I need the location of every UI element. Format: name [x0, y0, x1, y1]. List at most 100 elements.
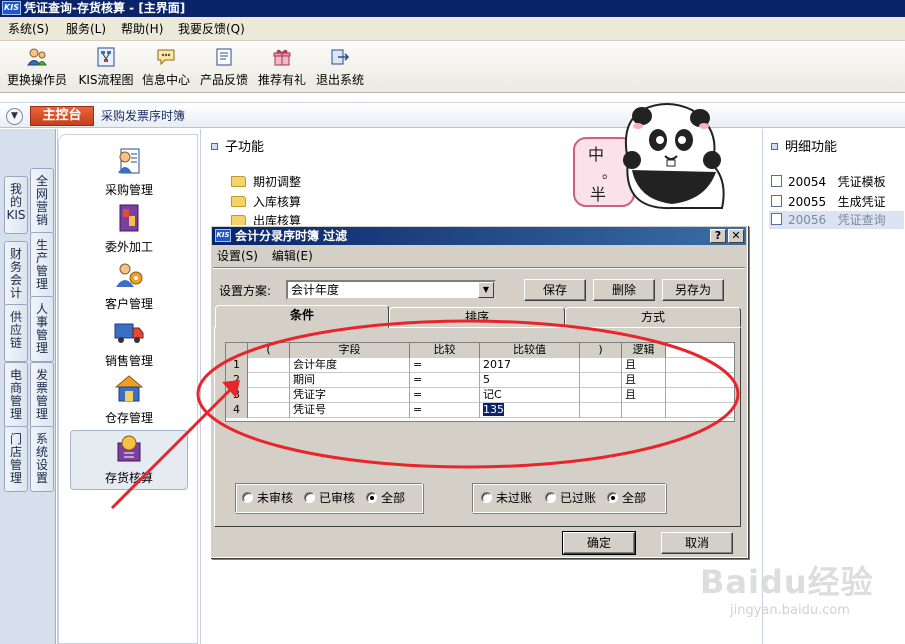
cell-logic[interactable]: 且: [622, 373, 666, 388]
cell-rparen[interactable]: [580, 358, 622, 373]
delete-button[interactable]: 删除: [593, 279, 655, 301]
selected-value-text[interactable]: 135: [483, 403, 504, 416]
tab-store[interactable]: 门店管理: [4, 426, 28, 492]
tab-ecommerce[interactable]: 电商管理: [4, 362, 28, 428]
kis-flowchart-button[interactable]: KIS流程图: [76, 45, 136, 89]
cell-logic[interactable]: 且: [622, 388, 666, 403]
tab-hr[interactable]: 人事管理: [30, 296, 54, 362]
module-customer[interactable]: 客户管理: [70, 259, 188, 317]
tab-supply-chain[interactable]: 供应链: [4, 304, 28, 362]
tab-marketing[interactable]: 全网营销: [30, 168, 54, 234]
cell-compare[interactable]: =: [410, 358, 480, 373]
cell-field[interactable]: 凭证字: [290, 388, 410, 403]
tab-finance[interactable]: 财务会计: [4, 241, 28, 307]
cell-value[interactable]: 2017: [480, 358, 580, 373]
inventory-costing-icon: [117, 435, 141, 462]
tab-my-kis[interactable]: 我的KIS: [4, 176, 28, 234]
switch-user-button[interactable]: 更换操作员: [4, 45, 70, 89]
dialog-menu-settings[interactable]: 设置(S): [217, 249, 258, 263]
kis-flowchart-label: KIS流程图: [78, 73, 134, 87]
left-category-tabs: 我的KIS 财务会计 供应链 电商管理 门店管理 全网营销 生产管理 人事管理 …: [0, 129, 56, 644]
row-number: 4: [226, 403, 248, 418]
info-center-button[interactable]: 信息中心: [140, 45, 192, 89]
cell-compare[interactable]: =: [410, 403, 480, 418]
module-outsource[interactable]: 委外加工: [70, 202, 188, 260]
cell-logic[interactable]: 且: [622, 358, 666, 373]
recommend-gift-button[interactable]: 推荐有礼: [255, 45, 309, 89]
truck-icon: [114, 323, 144, 343]
save-button[interactable]: 保存: [524, 279, 586, 301]
detail-item-generate-voucher[interactable]: 20055 生成凭证: [771, 193, 905, 211]
help-icon[interactable]: ?: [710, 229, 726, 243]
menu-service[interactable]: 服务(L): [66, 21, 106, 37]
cell-lparen[interactable]: [248, 373, 290, 388]
cell-rparen[interactable]: [580, 403, 622, 418]
cell-lparen[interactable]: [248, 388, 290, 403]
exit-system-button[interactable]: 退出系统: [314, 45, 366, 89]
table-row[interactable]: 3 凭证字 = 记C 且: [226, 388, 734, 403]
sub-item-initial-adjust[interactable]: 期初调整: [231, 173, 301, 191]
menu-feedback[interactable]: 我要反馈(Q): [178, 21, 245, 37]
radio-posted[interactable]: 已过账: [545, 491, 596, 505]
radio-unaudited[interactable]: 未审核: [242, 491, 293, 505]
tab-production[interactable]: 生产管理: [30, 232, 54, 298]
dialog-menu-edit[interactable]: 编辑(E): [272, 249, 313, 263]
folder-icon: [231, 176, 246, 187]
ok-button[interactable]: 确定: [562, 531, 636, 555]
cell-lparen[interactable]: [248, 358, 290, 373]
table-row[interactable]: 2 期间 = 5 且: [226, 373, 734, 388]
radio-audit-all[interactable]: 全部: [366, 491, 405, 505]
cell-value[interactable]: 135: [480, 403, 580, 418]
product-feedback-button[interactable]: 产品反馈: [197, 45, 251, 89]
chevron-down-icon[interactable]: ▼: [6, 108, 23, 125]
cell-value[interactable]: 记C: [480, 388, 580, 403]
radio-post-all[interactable]: 全部: [607, 491, 646, 505]
cancel-button[interactable]: 取消: [661, 532, 733, 554]
current-page-tab[interactable]: 采购发票序时簿: [101, 107, 185, 125]
main-console-tab[interactable]: 主控台: [30, 106, 94, 126]
cell-compare[interactable]: =: [410, 373, 480, 388]
cell-lparen[interactable]: [248, 403, 290, 418]
sub-function-title: 子功能: [225, 140, 265, 155]
tab-mode[interactable]: 方式: [565, 307, 741, 327]
module-sales[interactable]: 销售管理: [70, 316, 188, 374]
save-as-button[interactable]: 另存为: [662, 279, 724, 301]
chevron-down-icon[interactable]: ▼: [478, 282, 494, 298]
module-warehouse[interactable]: 仓存管理: [70, 373, 188, 431]
purchase-icon: [118, 148, 140, 174]
sub-item-inbound-costing[interactable]: 入库核算: [231, 193, 301, 211]
grid-header-value: 比较值: [480, 343, 580, 358]
cell-rparen[interactable]: [580, 388, 622, 403]
tab-invoice[interactable]: 发票管理: [30, 362, 54, 428]
table-row[interactable]: 1 会计年度 = 2017 且: [226, 358, 734, 373]
radio-audited[interactable]: 已审核: [304, 491, 355, 505]
cell-rparen[interactable]: [580, 373, 622, 388]
cell-compare[interactable]: =: [410, 388, 480, 403]
tab-conditions[interactable]: 条件: [215, 305, 389, 328]
info-center-label: 信息中心: [141, 73, 190, 87]
cell-field[interactable]: 会计年度: [290, 358, 410, 373]
module-inventory-costing[interactable]: 存货核算: [70, 430, 188, 490]
detail-item-voucher-query[interactable]: 20056 凭证查询: [769, 211, 904, 229]
cell-field[interactable]: 期间: [290, 373, 410, 388]
cell-logic[interactable]: [622, 403, 666, 418]
tab-sort[interactable]: 排序: [389, 307, 565, 327]
radio-unposted[interactable]: 未过账: [481, 491, 532, 505]
customer-icon: [116, 263, 143, 287]
detail-item-code: 20056: [788, 213, 827, 227]
cell-field[interactable]: 凭证号: [290, 403, 410, 418]
sticker-text-mid: 。: [602, 166, 616, 182]
tab-system-settings[interactable]: 系统设置: [30, 426, 54, 492]
module-purchase[interactable]: 采购管理: [70, 145, 188, 203]
scheme-value: 会计年度: [291, 283, 340, 297]
cell-value[interactable]: 5: [480, 373, 580, 388]
table-row[interactable]: 4 凭证号 = 135: [226, 403, 734, 418]
detail-item-voucher-template[interactable]: 20054 凭证模板: [771, 173, 905, 191]
close-icon[interactable]: ✕: [728, 229, 744, 243]
grid-header-rownum: [226, 343, 248, 358]
grid-header-row: ( 字段 比较 比较值 ) 逻辑: [226, 343, 734, 358]
menu-system[interactable]: 系统(S): [8, 21, 49, 37]
panda-sticker-icon: 中 。 半: [573, 103, 725, 210]
menu-help[interactable]: 帮助(H): [121, 21, 163, 37]
scheme-select[interactable]: 会计年度 ▼: [286, 280, 496, 300]
